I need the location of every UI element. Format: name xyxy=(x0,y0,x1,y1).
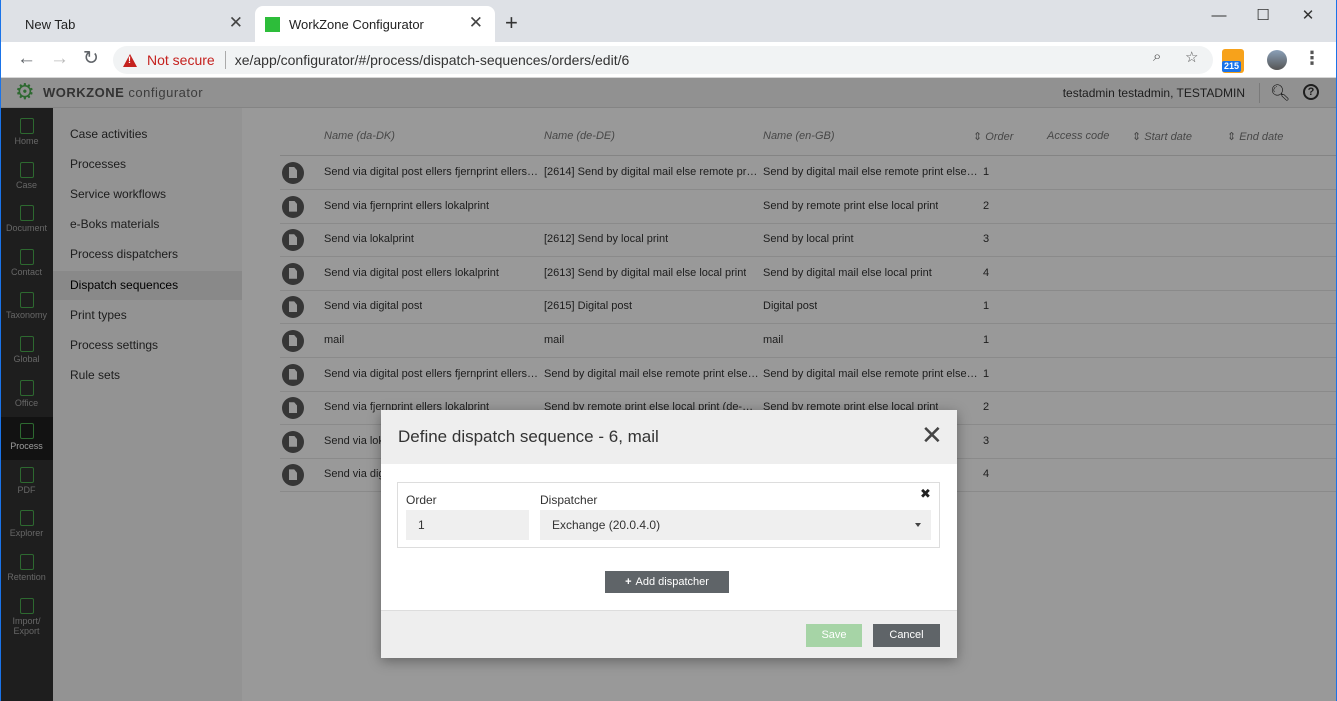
dispatcher-selected-value: Exchange (20.0.4.0) xyxy=(552,518,661,532)
order-input[interactable] xyxy=(406,510,529,540)
window-close-icon[interactable]: ✕ xyxy=(1286,4,1330,30)
window-border xyxy=(0,0,1,701)
arrow-left-icon[interactable]: ← xyxy=(17,49,36,69)
tab-title: WorkZone Configurator xyxy=(289,16,424,32)
cancel-button[interactable]: Cancel xyxy=(873,624,940,647)
kebab-menu-icon[interactable]: ⋮ xyxy=(1303,48,1321,69)
close-icon[interactable]: ✕ xyxy=(921,422,943,448)
dispatch-sequence-dialog: Define dispatch sequence - 6, mail ✕ ✖ O… xyxy=(381,410,957,658)
minimize-icon[interactable]: — xyxy=(1197,4,1241,30)
warning-icon xyxy=(123,53,137,67)
order-label: Order xyxy=(406,493,437,507)
caret-down-icon xyxy=(915,523,921,527)
close-icon[interactable]: ✕ xyxy=(229,14,243,32)
address-toolbar: ← → ↻ Not secure xe/app/configurator/#/p… xyxy=(0,42,1337,78)
security-indicator[interactable]: Not secure xyxy=(147,52,215,68)
arrow-right-icon[interactable]: → xyxy=(50,49,69,69)
remove-dispatcher-icon[interactable]: ✖ xyxy=(920,486,931,502)
tab-title: New Tab xyxy=(25,16,76,32)
close-icon[interactable]: ✕ xyxy=(469,14,483,32)
dispatcher-entry: ✖ Order Dispatcher Exchange (20.0.4.0) xyxy=(397,482,940,548)
plus-icon: + xyxy=(625,576,632,588)
address-bar[interactable]: Not secure xe/app/configurator/#/process… xyxy=(113,46,1213,74)
dispatcher-label: Dispatcher xyxy=(540,493,598,507)
browser-tab-strip: New Tab ✕ WorkZone Configurator ✕ + — ☐ … xyxy=(0,0,1337,42)
dispatcher-select[interactable]: Exchange (20.0.4.0) xyxy=(540,510,931,540)
url-text[interactable]: xe/app/configurator/#/process/dispatch-s… xyxy=(235,52,630,68)
separator xyxy=(224,51,226,69)
extension-badge: 215 xyxy=(1222,61,1242,72)
save-button[interactable]: Save xyxy=(806,624,862,647)
maximize-icon[interactable]: ☐ xyxy=(1241,4,1285,30)
profile-avatar[interactable] xyxy=(1267,50,1287,70)
zoom-icon[interactable]: ⌕ xyxy=(1153,48,1161,65)
add-dispatcher-button[interactable]: + Add dispatcher xyxy=(605,571,729,593)
reload-icon[interactable]: ↻ xyxy=(83,49,99,69)
tab-workzone-configurator[interactable]: WorkZone Configurator ✕ xyxy=(255,6,495,42)
favicon-icon xyxy=(265,16,280,32)
tab-new-tab[interactable]: New Tab ✕ xyxy=(10,6,255,42)
bookmark-star-icon[interactable]: ☆ xyxy=(1185,48,1198,66)
dialog-header: Define dispatch sequence - 6, mail ✕ xyxy=(381,410,957,464)
dialog-footer: Save Cancel xyxy=(381,610,957,658)
new-tab-button[interactable]: + xyxy=(505,10,518,36)
dialog-title: Define dispatch sequence - 6, mail xyxy=(398,427,659,446)
